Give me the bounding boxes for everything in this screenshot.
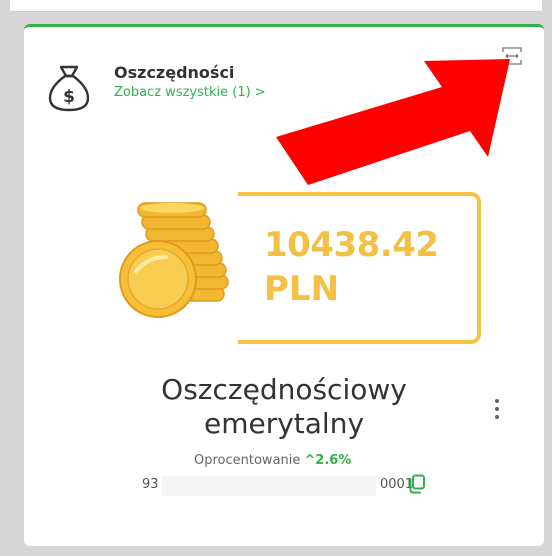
- svg-text:$: $: [63, 87, 75, 107]
- account-number-prefix: 93: [142, 477, 159, 492]
- interest-rate: Oprocentowanie ^2.6%: [194, 453, 351, 468]
- interest-rate-value: ^2.6%: [304, 453, 352, 468]
- interest-rate-label: Oprocentowanie: [194, 453, 301, 468]
- balance-currency: PLN: [264, 269, 340, 309]
- more-vertical-icon[interactable]: [492, 399, 502, 425]
- account-name: Oszczędnościowy emerytalny: [161, 373, 407, 440]
- top-strip: [10, 0, 542, 12]
- savings-card: $ Oszczędności Zobacz wszystkie (1) > 10…: [24, 24, 544, 546]
- coins-illustration: [119, 202, 229, 318]
- money-bag-icon: $: [48, 65, 90, 112]
- account-number-mask: [162, 476, 376, 496]
- see-all-link[interactable]: Zobacz wszystkie (1) >: [114, 85, 266, 100]
- copy-icon[interactable]: [408, 474, 426, 494]
- card-title: Oszczędności: [114, 63, 235, 82]
- balance-amount: 10438.42: [264, 225, 439, 265]
- balance-frame: [238, 192, 481, 344]
- account-number: 93 0001: [142, 474, 432, 498]
- annotation-arrow: [276, 59, 510, 185]
